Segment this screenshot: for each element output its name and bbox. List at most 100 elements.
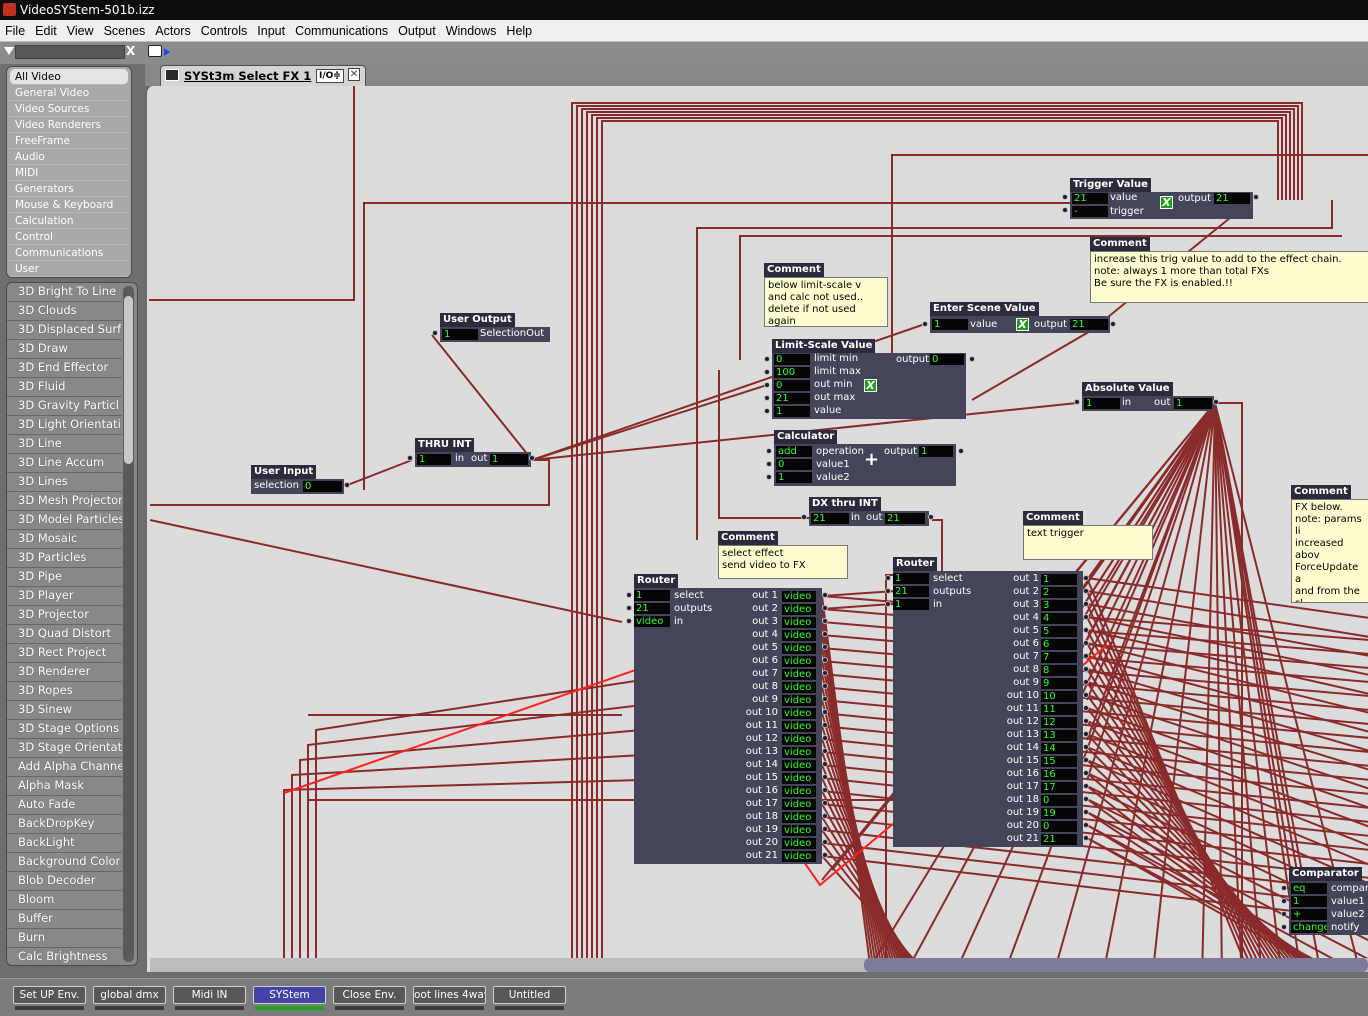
actor-list-item[interactable]: 3D Clouds	[7, 302, 122, 321]
actor-list-item[interactable]: 3D Gravity Particl	[7, 397, 122, 416]
router-out-value[interactable]: 4	[1041, 613, 1077, 624]
filter-icon[interactable]	[4, 47, 14, 55]
port[interactable]	[822, 605, 828, 611]
patch-wire[interactable]	[1086, 402, 1216, 641]
router-out-value[interactable]: video	[782, 812, 816, 823]
router-out-value[interactable]: video	[782, 734, 816, 745]
actor-list-item[interactable]: 3D Draw	[7, 340, 122, 359]
port[interactable]	[822, 826, 828, 832]
port[interactable]	[1110, 321, 1116, 327]
actor-list-item[interactable]: 3D Projector	[7, 606, 122, 625]
port[interactable]	[764, 356, 770, 362]
router-out-value[interactable]: 12	[1041, 717, 1077, 728]
comment-text[interactable]: FX below. note: params li increased abov…	[1291, 499, 1368, 603]
out-value[interactable]: 1	[1174, 398, 1212, 409]
patch-canvas[interactable]: Trigger Value 21- value trigger Xoutput 21 Com…	[145, 86, 1368, 972]
actor-list-item[interactable]: 3D Mesh Projector	[7, 492, 122, 511]
actor-list-item[interactable]: 3D Quad Distort	[7, 625, 122, 644]
in-value[interactable]: 1	[417, 454, 451, 465]
menu-view[interactable]: View	[62, 20, 99, 42]
output-value[interactable]: 21	[1070, 319, 1108, 330]
router-input[interactable]: 1	[893, 573, 929, 584]
port[interactable]	[1213, 399, 1219, 405]
comment-text[interactable]: text trigger	[1023, 525, 1153, 560]
scene-button[interactable]: global dmx	[93, 986, 166, 1004]
dx-thru-int-actor[interactable]: DX thru INT 21 in out 21	[801, 497, 934, 526]
actor-list-item[interactable]: 3D Light Orientati	[7, 416, 122, 435]
category-item[interactable]: Mouse & Keyboard	[10, 197, 128, 213]
menu-help[interactable]: Help	[501, 20, 537, 42]
actor-title[interactable]: Enter Scene Value	[930, 302, 1039, 316]
router-input[interactable]: 21	[893, 586, 929, 597]
output-value[interactable]: 21	[1214, 193, 1250, 204]
port[interactable]	[822, 852, 828, 858]
port[interactable]	[801, 514, 807, 520]
menu-input[interactable]: Input	[252, 20, 290, 42]
actor-title[interactable]: Absolute Value	[1082, 382, 1173, 396]
port[interactable]	[344, 482, 350, 488]
actor-list-item[interactable]: 3D Rect Project	[7, 644, 122, 663]
category-item[interactable]: Control	[10, 229, 128, 245]
port[interactable]	[764, 369, 770, 375]
actor-list-item[interactable]: 3D Player	[7, 587, 122, 606]
port[interactable]	[885, 588, 891, 594]
actor-list-item[interactable]: 3D Line Accum	[7, 454, 122, 473]
comment-select[interactable]: Comment select effect send video to FX	[718, 531, 848, 579]
port[interactable]	[626, 618, 632, 624]
router-out-value[interactable]: video	[782, 591, 816, 602]
category-item[interactable]: All Video	[10, 69, 128, 85]
actor-list-item[interactable]: 3D Bright To Line	[7, 283, 122, 302]
port[interactable]	[626, 605, 632, 611]
category-item[interactable]: General Video	[10, 85, 128, 101]
router-out-value[interactable]: video	[782, 643, 816, 654]
port[interactable]	[822, 670, 828, 676]
menu-output[interactable]: Output	[393, 20, 441, 42]
port[interactable]	[1083, 835, 1089, 841]
actor-list-item[interactable]: Burn	[7, 929, 122, 948]
category-item[interactable]: Video Renderers	[10, 117, 128, 133]
comment-increase[interactable]: Comment increase this trig value to add t…	[1090, 237, 1368, 303]
category-item[interactable]: FreeFrame	[10, 133, 128, 149]
router-out-value[interactable]: 13	[1041, 730, 1077, 741]
output-value[interactable]: 1	[919, 446, 953, 457]
patch-wire[interactable]	[283, 779, 643, 972]
actor-list-item[interactable]: BackLight	[7, 834, 122, 853]
comment-text[interactable]: increase this trig value to add to the e…	[1090, 251, 1368, 303]
router-out-value[interactable]: 17	[1041, 782, 1077, 793]
router-out-value[interactable]: video	[782, 799, 816, 810]
patch-wire[interactable]	[531, 384, 768, 461]
router-out-value[interactable]: 9	[1041, 678, 1077, 689]
io-toggle-button[interactable]: I/O≑	[316, 69, 344, 83]
limit-scale-actor[interactable]: Limit-Scale Value 0 limit min 100 limit max 0…	[764, 339, 975, 419]
port[interactable]	[1083, 627, 1089, 633]
actor-title[interactable]: Router	[634, 574, 679, 588]
category-item[interactable]: MIDI	[10, 165, 128, 181]
port[interactable]	[1281, 924, 1287, 930]
comment-text-trigger[interactable]: Comment text trigger	[1023, 511, 1153, 560]
router-out-value[interactable]: video	[782, 825, 816, 836]
actor-list-item[interactable]: 3D Model Particles	[7, 511, 122, 530]
router-out-value[interactable]: 0	[1041, 795, 1077, 806]
category-item[interactable]: User	[10, 261, 128, 277]
value-input[interactable]: 1	[442, 329, 478, 340]
menu-actors[interactable]: Actors	[150, 20, 195, 42]
enter-scene-value-actor[interactable]: Enter Scene Value 1 value Xoutput 21	[922, 302, 1116, 333]
port[interactable]	[822, 683, 828, 689]
calculator-actor[interactable]: Calculator add operation 0 value1 1 value2 outp…	[766, 430, 964, 486]
scene-button[interactable]: Set UP Env.	[13, 986, 86, 1004]
menu-edit[interactable]: Edit	[30, 20, 62, 42]
router-2-actor[interactable]: Router 1 select 21 outputs 1 in out 1 1 out 2 2 out…	[885, 557, 1089, 847]
port[interactable]	[1281, 911, 1287, 917]
router-out-value[interactable]: video	[782, 773, 816, 784]
user-input-actor[interactable]: User Input selection 0	[251, 465, 350, 494]
port[interactable]	[1083, 640, 1089, 646]
menu-communications[interactable]: Communications	[290, 20, 393, 42]
router-out-value[interactable]: video	[782, 630, 816, 641]
comparator-input[interactable]: +	[1291, 909, 1327, 920]
actor-list-item[interactable]: 3D Pipe	[7, 568, 122, 587]
port[interactable]	[1083, 679, 1089, 685]
port[interactable]	[1083, 601, 1089, 607]
port[interactable]	[822, 631, 828, 637]
comment-text[interactable]: below limit-scale v and calc not used.. …	[764, 277, 888, 327]
port[interactable]	[822, 761, 828, 767]
